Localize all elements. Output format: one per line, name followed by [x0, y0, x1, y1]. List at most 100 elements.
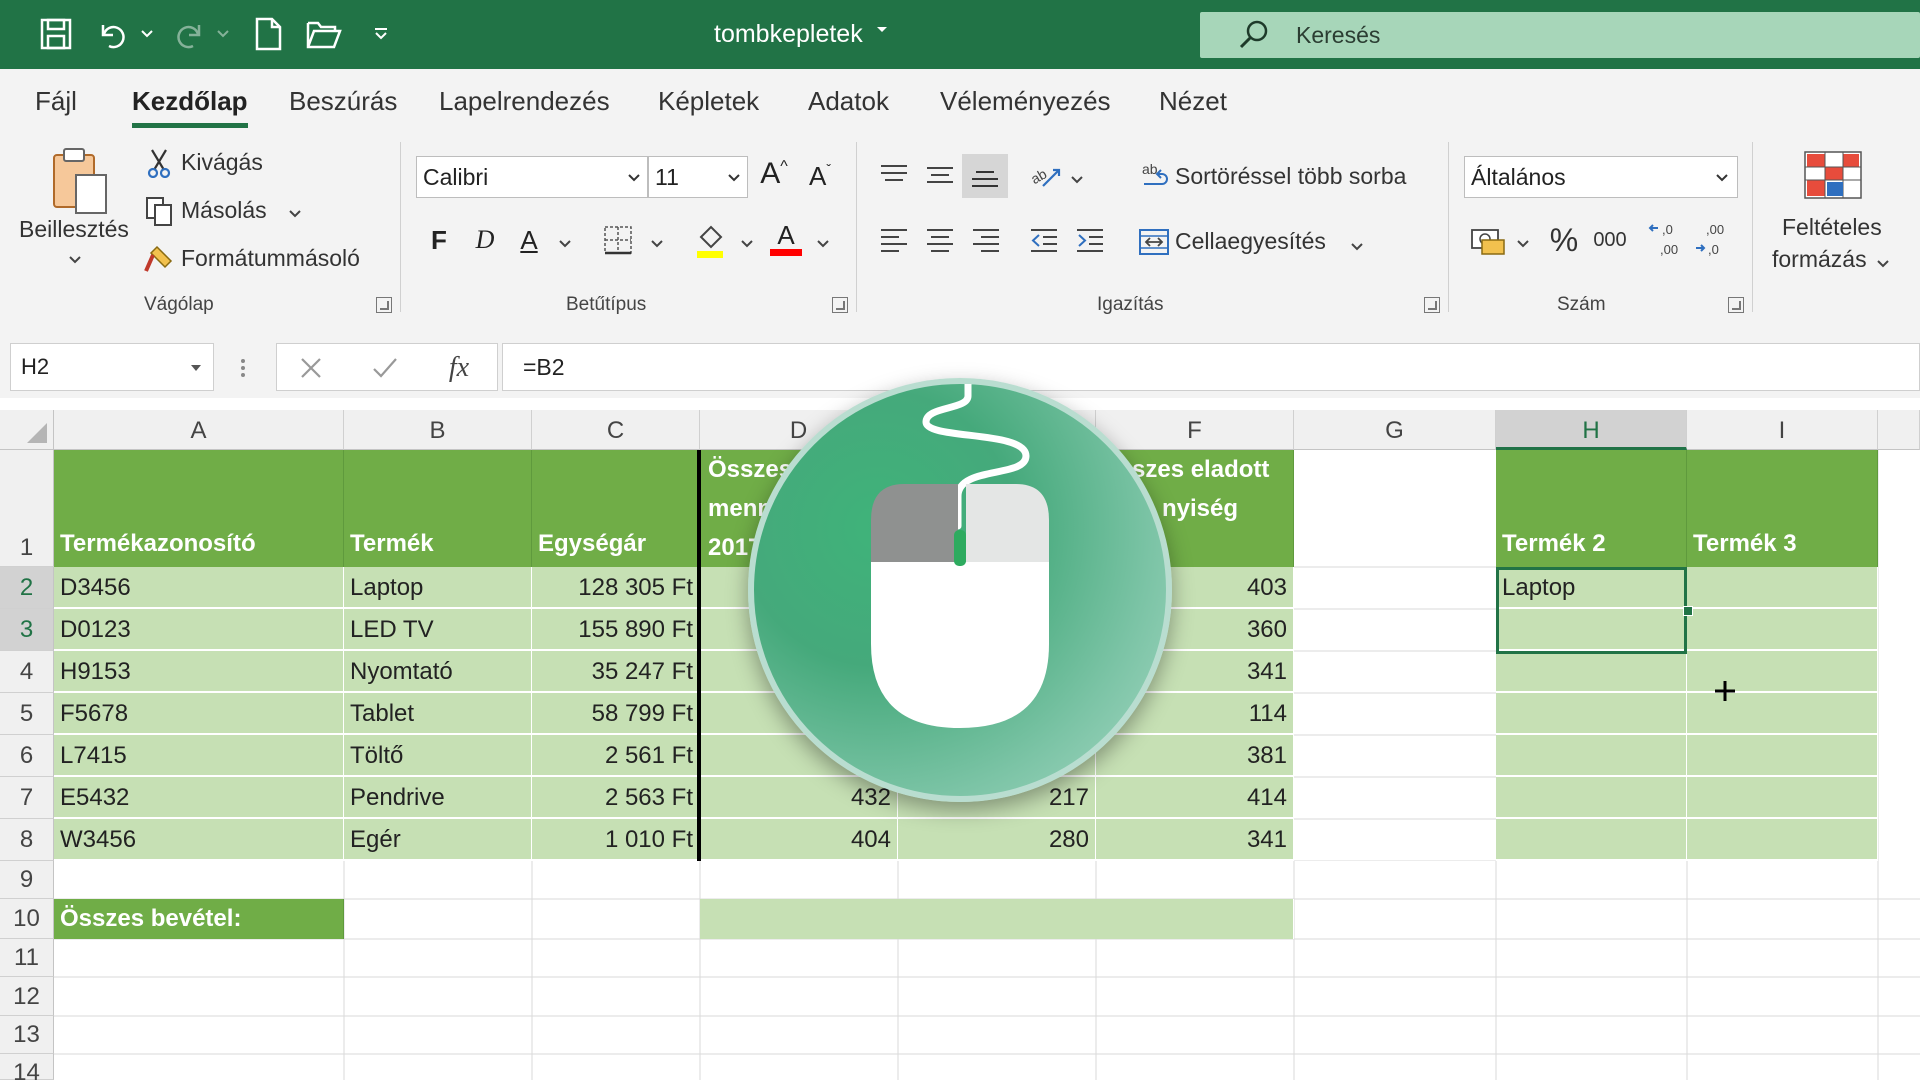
align-center-icon[interactable] — [922, 222, 958, 258]
cell-b4[interactable]: Nyomtató — [344, 651, 532, 693]
tab-home[interactable]: Kezdőlap — [132, 83, 248, 119]
cell-i8[interactable] — [1687, 819, 1878, 861]
cell-h8[interactable] — [1496, 819, 1687, 861]
paste-dropdown-icon[interactable] — [68, 252, 82, 270]
cell-e8[interactable]: 280 — [898, 819, 1096, 861]
conditional-formatting-label-1[interactable]: Feltételes — [1782, 214, 1882, 241]
cell-c8[interactable]: 1 010 Ft — [532, 819, 700, 861]
copy-button[interactable]: Másolás — [181, 197, 267, 224]
orientation-dropdown-icon[interactable] — [1070, 172, 1084, 190]
cell-c3[interactable]: 155 890 Ft — [532, 609, 700, 651]
conditional-formatting-icon[interactable] — [1800, 148, 1866, 202]
new-file-icon[interactable] — [248, 12, 288, 56]
fill-color-icon[interactable] — [692, 220, 728, 260]
cell-h4[interactable] — [1496, 651, 1687, 693]
row-header-6[interactable]: 6 — [0, 735, 54, 777]
decrease-font-size-icon[interactable]: Aˇ — [802, 158, 838, 194]
cell-c4[interactable]: 35 247 Ft — [532, 651, 700, 693]
borders-icon[interactable] — [600, 222, 636, 258]
select-all-button[interactable] — [0, 410, 54, 450]
cell-c5[interactable]: 58 799 Ft — [532, 693, 700, 735]
column-header-h[interactable]: H — [1496, 410, 1687, 450]
column-header-g[interactable]: G — [1294, 410, 1496, 450]
bold-button[interactable]: F — [424, 220, 454, 260]
cell-a4[interactable]: H9153 — [54, 651, 344, 693]
cell-b2[interactable]: Laptop — [344, 567, 532, 609]
name-box[interactable]: H2 — [10, 343, 214, 391]
search-input[interactable] — [1296, 12, 1796, 58]
cell-h2[interactable]: Laptop — [1496, 567, 1687, 609]
align-middle-icon[interactable] — [922, 158, 958, 192]
merge-dropdown-icon[interactable] — [1350, 239, 1364, 257]
underline-dropdown-icon[interactable] — [558, 236, 572, 254]
redo-icon[interactable] — [170, 12, 210, 56]
percent-style-button[interactable]: % — [1544, 220, 1584, 260]
merge-center-icon[interactable] — [1136, 224, 1172, 260]
insert-function-icon[interactable]: fx — [441, 350, 477, 386]
cell-i2[interactable] — [1687, 567, 1878, 609]
tab-review[interactable]: Véleményezés — [940, 83, 1111, 119]
cell-i6[interactable] — [1687, 735, 1878, 777]
cell-c2[interactable]: 128 305 Ft — [532, 567, 700, 609]
number-dialog-launcher-icon[interactable] — [1728, 297, 1744, 313]
save-icon[interactable] — [34, 12, 78, 56]
cell-d10-f10[interactable] — [700, 899, 1294, 939]
conditional-formatting-label-2[interactable]: formázás — [1772, 246, 1867, 273]
align-top-icon[interactable] — [876, 158, 912, 192]
copy-icon[interactable] — [142, 194, 176, 228]
formula-input[interactable]: =B2 — [502, 343, 1920, 391]
cell-c1[interactable]: Egységár — [532, 450, 700, 567]
font-color-dropdown-icon[interactable] — [816, 236, 830, 254]
number-format-dropdown[interactable]: Általános — [1464, 156, 1738, 198]
cell-b6[interactable]: Töltő — [344, 735, 532, 777]
row-header-1[interactable]: 1 — [0, 450, 54, 567]
column-header-j[interactable] — [1878, 410, 1920, 450]
column-header-a[interactable]: A — [54, 410, 344, 450]
cell-h3[interactable] — [1496, 609, 1687, 651]
conditional-formatting-dropdown-icon[interactable] — [1876, 256, 1890, 274]
cell-i3[interactable] — [1687, 609, 1878, 651]
cell-a1[interactable]: Termékazonosító — [54, 450, 344, 567]
row-header-4[interactable]: 4 — [0, 651, 54, 693]
format-painter-button[interactable]: Formátummásoló — [181, 245, 360, 272]
row-header-8[interactable]: 8 — [0, 819, 54, 861]
column-header-b[interactable]: B — [344, 410, 532, 450]
paste-button-label[interactable]: Beillesztés — [19, 216, 129, 243]
row-header-7[interactable]: 7 — [0, 777, 54, 819]
align-bottom-icon[interactable] — [962, 154, 1008, 198]
font-name-dropdown[interactable]: Calibri — [416, 156, 648, 198]
tab-formulas[interactable]: Képletek — [658, 83, 759, 119]
open-folder-icon[interactable] — [302, 12, 346, 56]
cell-h5[interactable] — [1496, 693, 1687, 735]
underline-button[interactable]: A — [514, 220, 544, 260]
paste-icon[interactable] — [44, 142, 116, 222]
copy-dropdown-icon[interactable] — [288, 206, 302, 224]
cell-c6[interactable]: 2 561 Ft — [532, 735, 700, 777]
cell-h6[interactable] — [1496, 735, 1687, 777]
cell-a10[interactable]: Összes bevétel: — [54, 899, 344, 939]
tab-file[interactable]: Fájl — [35, 83, 77, 119]
document-title[interactable]: tombkepletek — [714, 16, 863, 52]
customize-quick-access-icon[interactable] — [368, 12, 394, 56]
wrap-text-button[interactable]: Sortöréssel több sorba — [1175, 163, 1406, 190]
alignment-dialog-launcher-icon[interactable] — [1424, 297, 1440, 313]
tab-view[interactable]: Nézet — [1159, 83, 1227, 119]
merge-center-button[interactable]: Cellaegyesítés — [1175, 228, 1326, 255]
cell-a6[interactable]: L7415 — [54, 735, 344, 777]
accounting-dropdown-icon[interactable] — [1516, 236, 1530, 254]
fill-handle[interactable] — [1683, 606, 1693, 616]
borders-dropdown-icon[interactable] — [650, 236, 664, 254]
cut-icon[interactable] — [144, 146, 174, 180]
column-header-i[interactable]: I — [1687, 410, 1878, 450]
cell-a8[interactable]: W3456 — [54, 819, 344, 861]
row-header-10[interactable]: 10 — [0, 899, 54, 939]
undo-icon[interactable] — [92, 12, 132, 56]
cell-a3[interactable]: D0123 — [54, 609, 344, 651]
increase-indent-icon[interactable] — [1072, 222, 1108, 258]
fill-color-dropdown-icon[interactable] — [740, 236, 754, 254]
row-header-9[interactable]: 9 — [0, 861, 54, 899]
search-box[interactable] — [1200, 12, 1920, 58]
column-header-c[interactable]: C — [532, 410, 700, 450]
align-left-icon[interactable] — [876, 222, 912, 258]
decrease-decimal-icon[interactable]: ,00,0 — [1692, 218, 1732, 260]
